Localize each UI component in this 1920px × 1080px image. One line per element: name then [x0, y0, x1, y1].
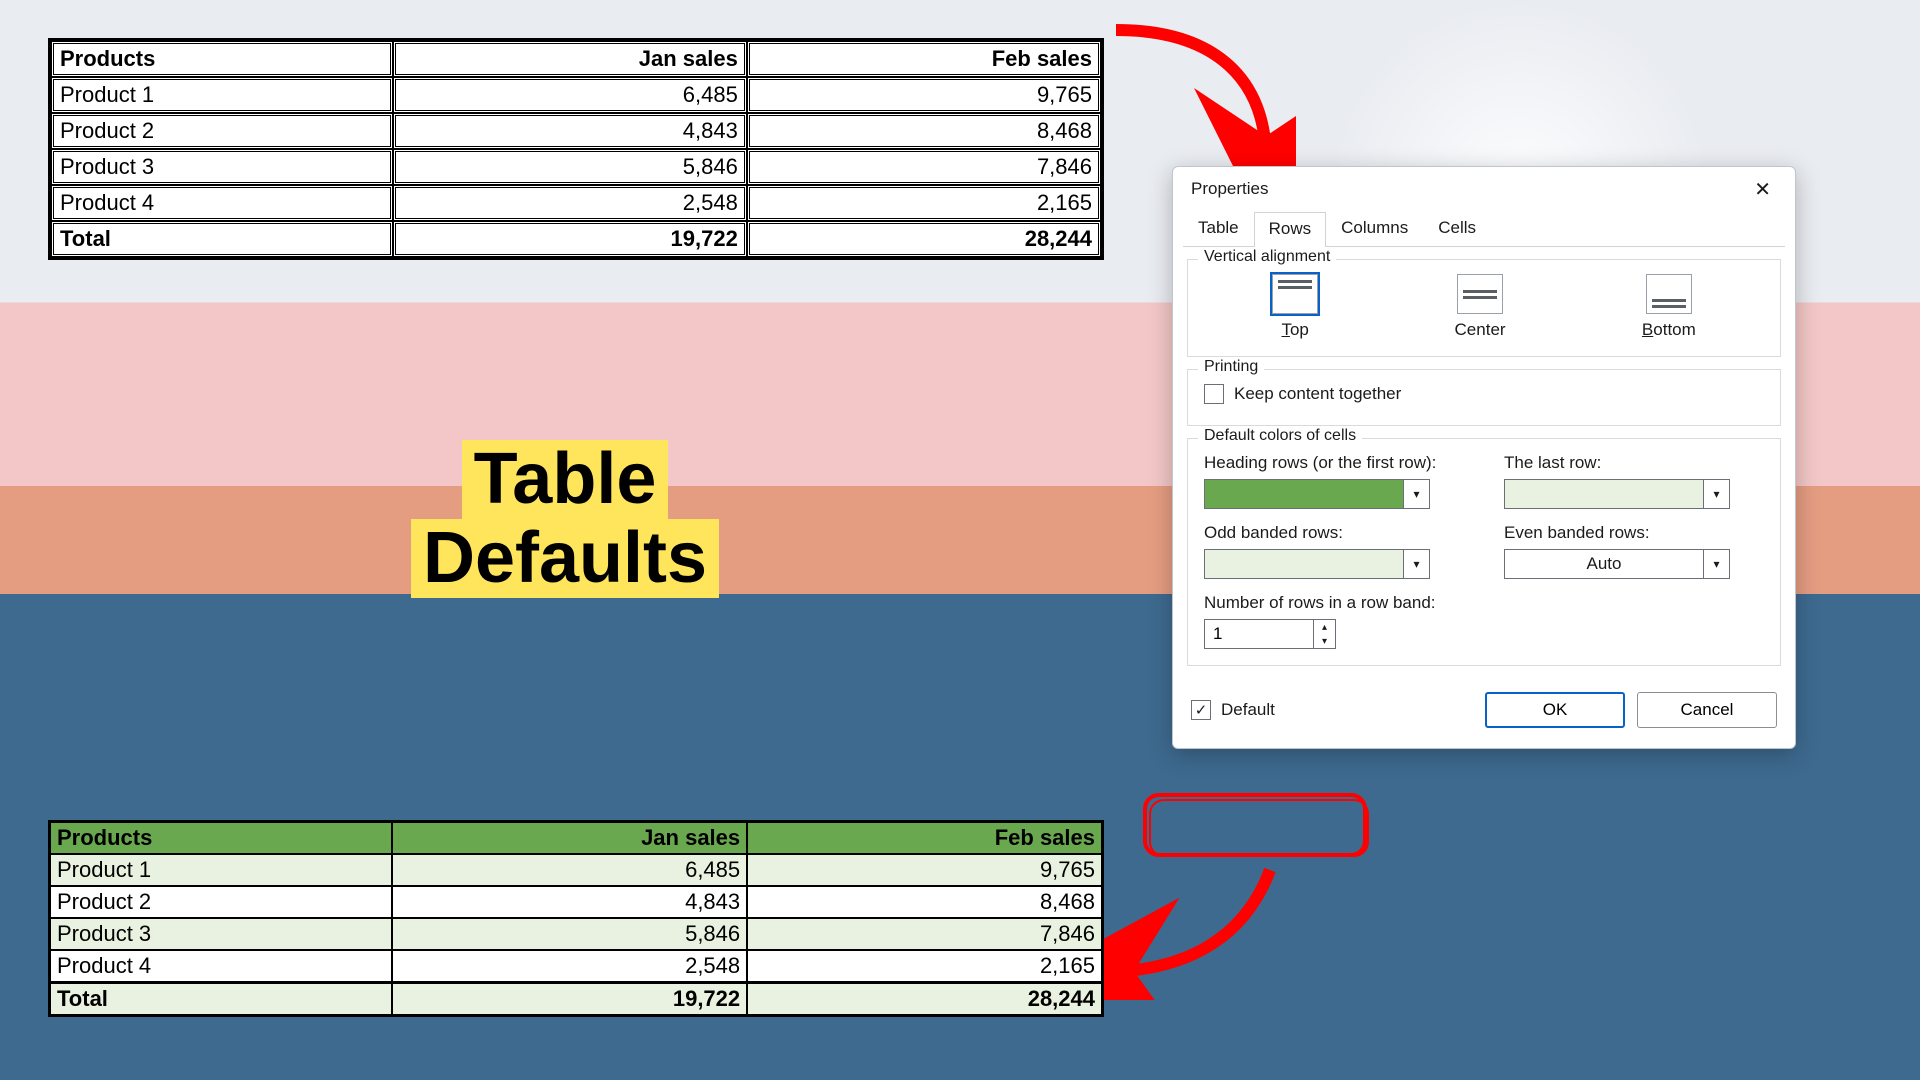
table-row: Product 16,4859,765 [50, 854, 1102, 886]
table-row: Product 42,5482,165 [51, 185, 1101, 221]
last-row-swatch[interactable] [1504, 479, 1704, 509]
group-default-colors: Default colors of cells Heading rows (or… [1187, 438, 1781, 666]
dialog-titlebar[interactable]: Properties ✕ [1173, 167, 1795, 211]
valign-top-option[interactable]: Top [1272, 274, 1318, 340]
row-band-input[interactable] [1204, 619, 1314, 649]
tab-columns[interactable]: Columns [1326, 211, 1423, 246]
table-row: Product 35,8467,846 [51, 149, 1101, 185]
valign-top-label: Top [1281, 320, 1308, 340]
valign-center-label: Center [1455, 320, 1506, 340]
chevron-down-icon[interactable]: ▾ [1704, 479, 1730, 509]
chevron-down-icon[interactable]: ▾ [1404, 549, 1430, 579]
even-rows-auto[interactable]: Auto [1504, 549, 1704, 579]
odd-rows-label: Odd banded rows: [1204, 523, 1464, 543]
table-row: Product 24,8438,468 [50, 886, 1102, 918]
default-label: Default [1221, 700, 1275, 720]
table-row: Product 35,8467,846 [50, 918, 1102, 950]
ok-button[interactable]: OK [1485, 692, 1625, 728]
tab-rows[interactable]: Rows [1254, 212, 1327, 247]
col-header-products: Products [51, 41, 393, 77]
valign-bottom-option[interactable]: Bottom [1642, 274, 1696, 340]
odd-rows-swatch[interactable] [1204, 549, 1404, 579]
col-header-feb: Feb sales [747, 41, 1101, 77]
heading-row-label: Heading rows (or the first row): [1204, 453, 1464, 473]
heading-row-swatch[interactable] [1204, 479, 1404, 509]
even-rows-label: Even banded rows: [1504, 523, 1764, 543]
dialog-tabs: Table Rows Columns Cells [1183, 211, 1785, 247]
valign-bottom-icon [1646, 274, 1692, 314]
cancel-button[interactable]: Cancel [1637, 692, 1777, 728]
table-row: Total19,72228,244 [51, 221, 1101, 257]
table-row: Product 16,4859,765 [51, 77, 1101, 113]
group-printing: Printing Keep content together [1187, 369, 1781, 426]
chevron-up-icon[interactable]: ▴ [1314, 620, 1335, 634]
keep-content-together-checkbox[interactable]: Keep content together [1204, 384, 1401, 404]
table-row: Product 42,5482,165 [50, 950, 1102, 982]
row-band-count: Number of rows in a row band: ▴▾ [1204, 593, 1764, 649]
chevron-down-icon[interactable]: ▾ [1404, 479, 1430, 509]
sample-table-plain: Products Jan sales Feb sales Product 16,… [48, 38, 1104, 260]
valign-center-icon [1457, 274, 1503, 314]
group-legend: Vertical alignment [1198, 248, 1336, 266]
slide-title: Table Defaults [411, 440, 719, 598]
group-vertical-alignment: Vertical alignment Top Center Bottom [1187, 259, 1781, 357]
table-row: Total19,72228,244 [50, 982, 1102, 1015]
odd-rows-color: Odd banded rows: ▾ [1204, 523, 1464, 579]
set-default-checkbox[interactable]: ✓ Default [1191, 700, 1275, 720]
group-legend: Printing [1198, 358, 1264, 376]
keep-content-label: Keep content together [1234, 384, 1401, 404]
spinner-arrows[interactable]: ▴▾ [1314, 619, 1336, 649]
col-header-jan: Jan sales [393, 41, 747, 77]
valign-top-icon [1272, 274, 1318, 314]
row-band-label: Number of rows in a row band: [1204, 593, 1764, 613]
table-row: Product 24,8438,468 [51, 113, 1101, 149]
dialog-title: Properties [1191, 179, 1268, 199]
sample-table-styled: Products Jan sales Feb sales Product 16,… [48, 820, 1104, 1017]
even-rows-color: Even banded rows: Auto ▾ [1504, 523, 1764, 579]
title-line-2: Defaults [411, 519, 719, 598]
heading-row-color: Heading rows (or the first row): ▾ [1204, 453, 1464, 509]
valign-center-option[interactable]: Center [1455, 274, 1506, 340]
last-row-color: The last row: ▾ [1504, 453, 1764, 509]
chevron-down-icon[interactable]: ▾ [1704, 549, 1730, 579]
valign-bottom-label: Bottom [1642, 320, 1696, 340]
table-row: Products Jan sales Feb sales [50, 822, 1102, 854]
properties-dialog: Properties ✕ Table Rows Columns Cells Ve… [1172, 166, 1796, 749]
checkbox-icon [1204, 384, 1224, 404]
close-icon[interactable]: ✕ [1744, 173, 1781, 206]
tab-cells[interactable]: Cells [1423, 211, 1491, 246]
chevron-down-icon[interactable]: ▾ [1314, 634, 1335, 648]
checkbox-icon: ✓ [1191, 700, 1211, 720]
title-line-1: Table [462, 440, 669, 519]
last-row-label: The last row: [1504, 453, 1764, 473]
group-legend: Default colors of cells [1198, 427, 1362, 445]
table-row: Products Jan sales Feb sales [51, 41, 1101, 77]
tab-table[interactable]: Table [1183, 211, 1254, 246]
